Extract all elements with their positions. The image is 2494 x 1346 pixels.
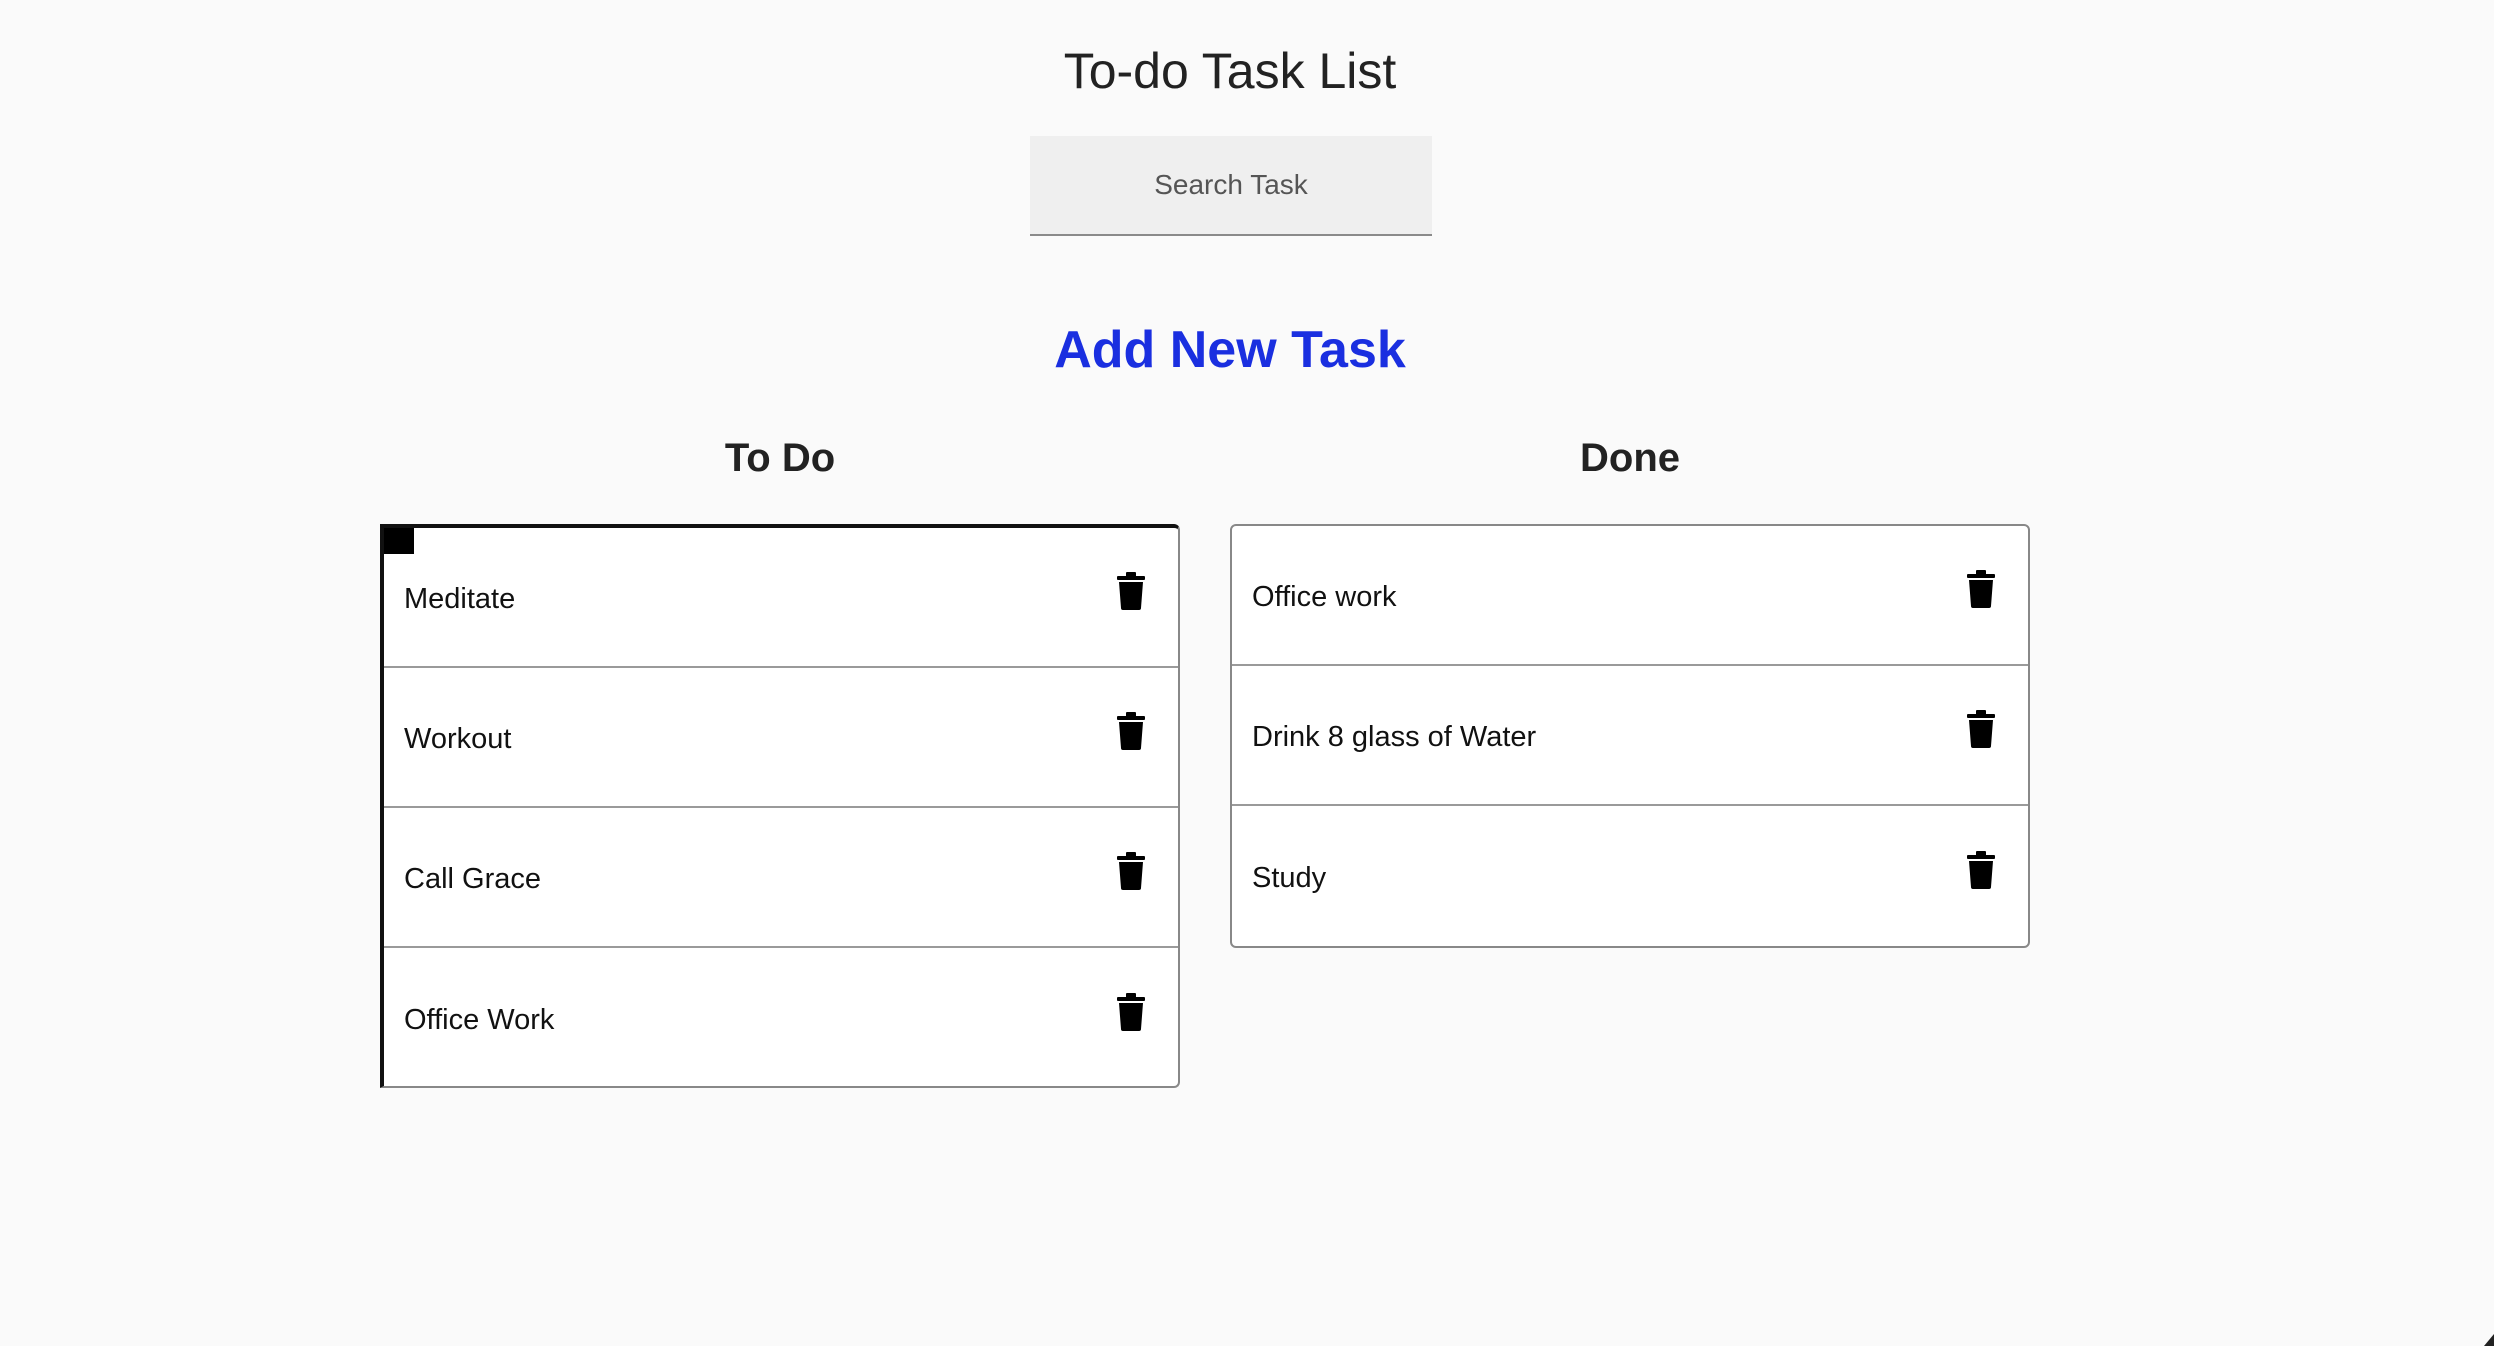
task-label: Workout xyxy=(404,722,512,755)
task-item[interactable]: Call Grace xyxy=(384,808,1178,948)
page-title: To-do Task List xyxy=(1063,43,1397,99)
task-label: Meditate xyxy=(404,582,516,615)
task-label: Office work xyxy=(1252,580,1397,613)
trash-icon[interactable] xyxy=(1964,849,1998,891)
task-item[interactable]: Study xyxy=(1232,806,2028,946)
todo-list: Meditate Workout Call Grace Office Work xyxy=(380,524,1180,1088)
search-field[interactable] xyxy=(1030,136,1432,236)
task-item[interactable]: Meditate xyxy=(384,528,1178,668)
trash-icon[interactable] xyxy=(1114,991,1148,1033)
add-new-task-link[interactable]: Add New Task xyxy=(1054,321,1406,379)
task-label: Call Grace xyxy=(404,862,541,895)
done-list: Office work Drink 8 glass of Water Study xyxy=(1230,524,2030,948)
task-label: Office Work xyxy=(404,1003,555,1036)
task-item[interactable]: Drink 8 glass of Water xyxy=(1232,666,2028,806)
task-label: Study xyxy=(1252,861,1327,894)
todo-column-title: To Do xyxy=(724,436,836,480)
trash-icon[interactable] xyxy=(1964,708,1998,750)
search-input[interactable] xyxy=(1030,136,1432,234)
trash-icon[interactable] xyxy=(1114,710,1148,752)
add-task-container: Add New Task xyxy=(0,315,2460,385)
trash-icon[interactable] xyxy=(1114,570,1148,612)
task-label: Drink 8 glass of Water xyxy=(1252,720,1537,753)
task-item[interactable]: Workout xyxy=(384,668,1178,808)
done-column-title: Done xyxy=(1580,436,1680,480)
task-item[interactable]: Office work xyxy=(1232,526,2028,666)
resize-corner-icon xyxy=(2484,1334,2494,1346)
trash-icon[interactable] xyxy=(1964,568,1998,610)
task-item[interactable]: Office Work xyxy=(384,948,1178,1086)
trash-icon[interactable] xyxy=(1114,850,1148,892)
